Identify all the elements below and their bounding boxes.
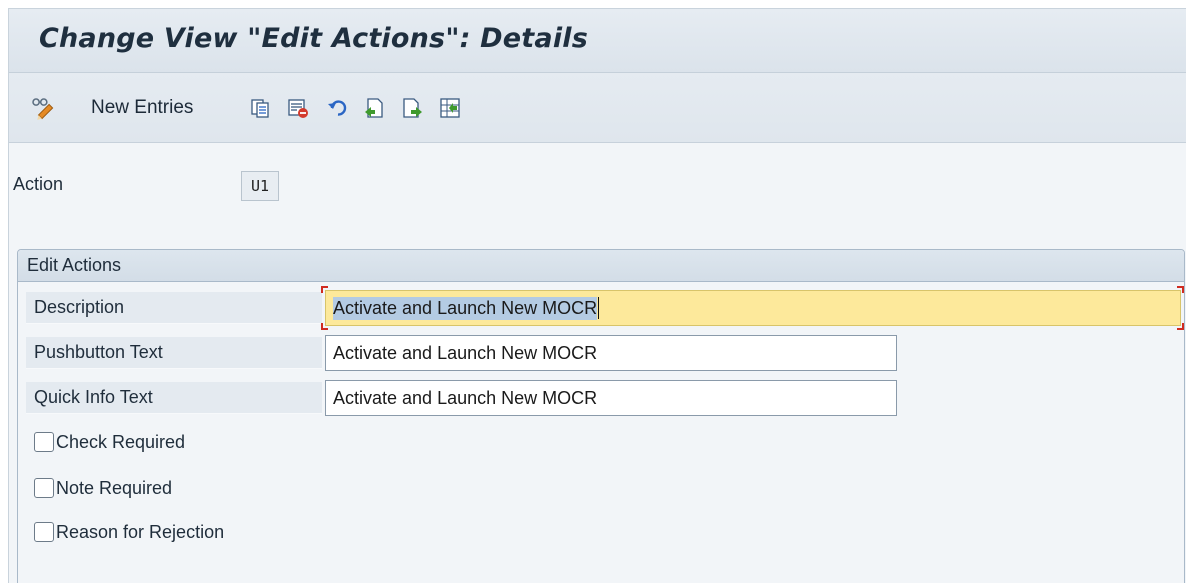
focus-corner: [1177, 286, 1184, 293]
note-required-row[interactable]: Note Required: [34, 476, 172, 500]
group-title: Edit Actions: [27, 255, 122, 275]
select-all-icon: [440, 98, 460, 118]
glasses-pencil-icon: [32, 98, 54, 120]
note-required-checkbox[interactable]: [34, 478, 54, 498]
delete-button[interactable]: [287, 95, 309, 121]
focus-corner: [1177, 323, 1184, 330]
pushbutton-text-label: Pushbutton Text: [26, 337, 322, 369]
display-change-button[interactable]: [29, 95, 55, 121]
edit-actions-group: Edit Actions Description Activate and La…: [17, 249, 1185, 583]
focus-corner: [321, 286, 328, 293]
copy-icon: [251, 99, 269, 118]
undo-icon: [328, 100, 347, 116]
pushbutton-text-field[interactable]: Activate and Launch New MOCR: [325, 335, 897, 371]
quick-info-text-label: Quick Info Text: [26, 382, 322, 414]
reason-for-rejection-label: Reason for Rejection: [56, 521, 225, 542]
content-area: Action U1 Edit Actions Description Activ…: [9, 144, 1186, 583]
undo-button[interactable]: [327, 95, 349, 121]
new-entries-label: New Entries: [91, 97, 194, 118]
check-required-label: Check Required: [56, 431, 186, 452]
check-required-row[interactable]: Check Required: [34, 430, 185, 454]
select-all-button[interactable]: [439, 95, 461, 121]
reason-for-rejection-checkbox[interactable]: [34, 522, 54, 542]
quick-info-text-field[interactable]: Activate and Launch New MOCR: [325, 380, 897, 416]
group-header: Edit Actions: [18, 250, 1184, 282]
description-label: Description: [26, 292, 322, 324]
action-label: Action: [13, 174, 64, 194]
note-required-label: Note Required: [56, 477, 173, 498]
application-toolbar: New Entries: [9, 73, 1186, 143]
copy-as-button[interactable]: [249, 95, 271, 121]
focus-corner: [321, 323, 328, 330]
delete-icon: [288, 99, 308, 118]
next-entry-icon: [403, 98, 422, 118]
previous-entry-button[interactable]: [363, 95, 385, 121]
description-field[interactable]: Activate and Launch New MOCR: [325, 290, 1181, 326]
page-title: Change View "Edit Actions": Details: [39, 23, 589, 54]
previous-entry-icon: [365, 98, 383, 118]
text-caret: [598, 297, 600, 319]
new-entries-button[interactable]: New Entries: [91, 95, 193, 121]
sap-window: Change View "Edit Actions": Details New …: [8, 8, 1186, 583]
check-required-checkbox[interactable]: [34, 432, 54, 452]
reason-for-rejection-row[interactable]: Reason for Rejection: [34, 520, 224, 544]
next-entry-button[interactable]: [401, 95, 423, 121]
action-value-field[interactable]: U1: [241, 171, 279, 201]
description-value: Activate and Launch New MOCR: [333, 296, 598, 320]
title-bar: Change View "Edit Actions": Details: [9, 9, 1186, 73]
